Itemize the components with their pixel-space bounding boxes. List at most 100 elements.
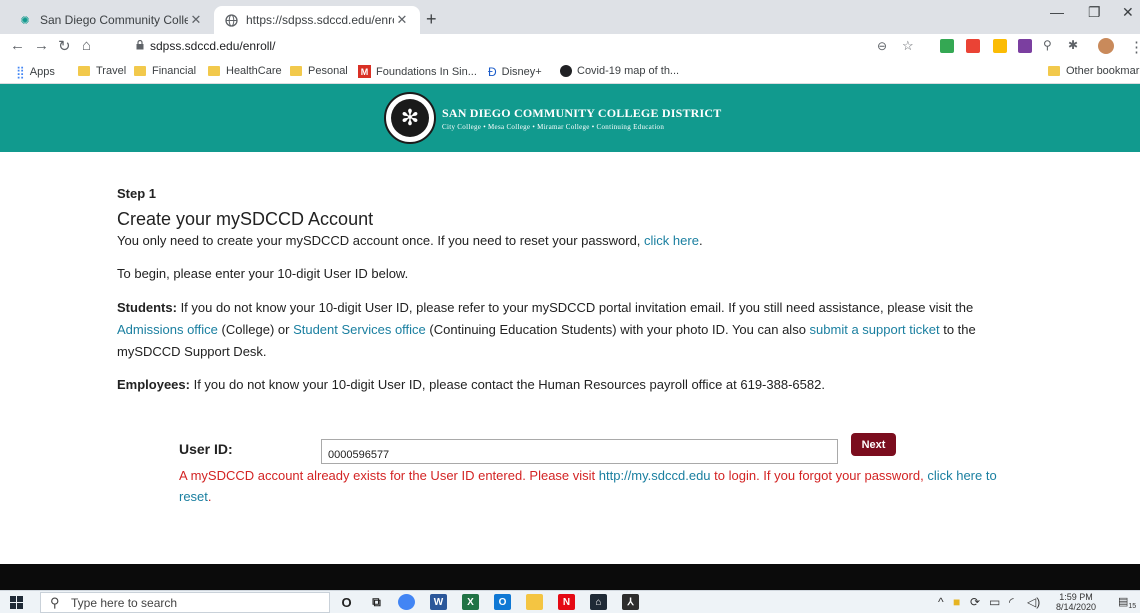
- error-message: A mySDCCD account already exists for the…: [179, 465, 999, 507]
- college-list: City College • Mesa College • Miramar Co…: [442, 123, 665, 131]
- extension-icon[interactable]: [940, 39, 954, 53]
- students-paragraph: Students: If you do not know your 10-dig…: [117, 297, 1042, 363]
- site-footer: [0, 564, 1140, 590]
- drive-icon[interactable]: [993, 39, 1007, 53]
- user-id-label: User ID:: [179, 441, 233, 457]
- bookmark-disney[interactable]: Ð Disney+: [488, 65, 542, 79]
- profile-avatar-icon[interactable]: [1098, 38, 1114, 54]
- word-icon[interactable]: W: [430, 594, 447, 610]
- reload-icon[interactable]: ↻: [58, 37, 71, 55]
- students-text: (Continuing Education Students) with you…: [425, 322, 810, 337]
- netflix-icon[interactable]: N: [558, 594, 575, 610]
- students-label: Students:: [117, 300, 177, 315]
- globe-icon: [224, 13, 238, 27]
- chrome-icon[interactable]: [398, 594, 415, 610]
- clock-time: 1:59 PM: [1059, 592, 1093, 602]
- support-ticket-link[interactable]: submit a support ticket: [810, 322, 940, 337]
- minimize-icon[interactable]: —: [1050, 4, 1064, 20]
- next-button[interactable]: Next: [851, 433, 896, 456]
- folder-icon: [1048, 66, 1060, 76]
- maximize-icon[interactable]: ❐: [1088, 4, 1101, 21]
- bookmark-pesonal[interactable]: Pesonal: [290, 65, 348, 77]
- zoom-icon[interactable]: ⊖: [877, 39, 887, 53]
- lock-icon[interactable]: [136, 40, 144, 50]
- windows-start-icon[interactable]: [10, 596, 23, 609]
- file-explorer-icon[interactable]: [526, 594, 543, 610]
- bookmark-label: Disney+: [501, 66, 542, 78]
- my-sdccd-link[interactable]: http://my.sdccd.edu: [599, 468, 711, 483]
- close-tab-icon[interactable]: ✕: [394, 12, 410, 28]
- onenote-icon[interactable]: [1018, 39, 1032, 53]
- notification-count: 15: [1128, 603, 1137, 611]
- bookmark-other[interactable]: Other bookmarks: [1048, 65, 1140, 77]
- bookmark-label: Financial: [152, 65, 197, 77]
- bookmark-star-icon[interactable]: ☆: [902, 38, 914, 54]
- student-services-link[interactable]: Student Services office: [293, 322, 426, 337]
- sdccd-seal-logo[interactable]: ✻: [384, 92, 436, 144]
- disney-icon: Ð: [488, 65, 497, 79]
- extensions-puzzle-icon[interactable]: ✱: [1068, 38, 1078, 52]
- pdf-reader-icon[interactable]: ⅄: [622, 594, 639, 610]
- menu-dots-icon[interactable]: ⋮: [1129, 38, 1140, 56]
- pin-icon[interactable]: ⚲: [1043, 38, 1052, 52]
- district-name[interactable]: SAN DIEGO COMMUNITY COLLEGE DISTRICT: [442, 106, 721, 121]
- notifications-icon[interactable]: ▤15: [1118, 595, 1136, 610]
- bookmark-label: Other bookmarks: [1066, 65, 1140, 77]
- back-icon[interactable]: ←: [10, 37, 25, 54]
- cortana-icon[interactable]: O: [338, 594, 355, 610]
- begin-paragraph: To begin, please enter your 10-digit Use…: [117, 266, 409, 281]
- admissions-office-link[interactable]: Admissions office: [117, 322, 218, 337]
- close-window-icon[interactable]: ✕: [1122, 4, 1134, 21]
- user-id-input[interactable]: [321, 439, 838, 464]
- tray-wifi-icon[interactable]: ◜: [1009, 595, 1014, 609]
- apps-grid-icon: ⣿: [16, 65, 25, 79]
- covid-map-icon: [560, 65, 572, 77]
- outlook-icon[interactable]: O: [494, 594, 511, 610]
- employees-paragraph: Employees: If you do not know your 10-di…: [117, 374, 1037, 396]
- tab-enroll[interactable]: https://sdpss.sdccd.edu/enroll/ ✕: [214, 6, 420, 34]
- intro-text: You only need to create your mySDCCD acc…: [117, 233, 645, 248]
- m-icon: M: [358, 65, 371, 78]
- intro-paragraph: You only need to create your mySDCCD acc…: [117, 230, 1037, 252]
- gmail-icon[interactable]: [966, 39, 980, 53]
- tab-sdccd[interactable]: ✺ San Diego Community College D ✕: [8, 6, 214, 34]
- page-title: Create your mySDCCD Account: [117, 209, 374, 229]
- bookmark-apps[interactable]: ⣿ Apps: [16, 65, 55, 79]
- folder-icon: [208, 66, 220, 76]
- close-tab-icon[interactable]: ✕: [188, 12, 204, 28]
- address-bar-row: ← → ↻ ⌂ sdpss.sdccd.edu/enroll/ ⊖ ☆ ⚲ ✱ …: [0, 34, 1140, 60]
- site-header: ✻ SAN DIEGO COMMUNITY COLLEGE DISTRICT C…: [0, 84, 1140, 152]
- employees-label: Employees:: [117, 377, 190, 392]
- tray-sync-icon[interactable]: ⟳: [970, 595, 980, 609]
- bookmark-label: Apps: [29, 66, 55, 78]
- bookmark-financial[interactable]: Financial: [134, 65, 196, 77]
- folder-icon: [134, 66, 146, 76]
- bookmark-travel[interactable]: Travel: [78, 65, 126, 77]
- excel-icon[interactable]: X: [462, 594, 479, 610]
- new-tab-button[interactable]: +: [426, 9, 437, 30]
- students-text: (College) or: [217, 322, 294, 337]
- clock-date: 8/14/2020: [1056, 602, 1097, 612]
- forward-icon[interactable]: →: [34, 37, 49, 54]
- taskbar-search-input[interactable]: ⚲ Type here to search: [40, 592, 330, 613]
- url-field[interactable]: sdpss.sdccd.edu/enroll/: [150, 39, 275, 53]
- tray-volume-icon[interactable]: ◁): [1027, 595, 1040, 609]
- bookmark-label: Covid-19 map of th...: [577, 65, 680, 77]
- system-clock[interactable]: 1:59 PM 8/14/2020: [1056, 592, 1096, 612]
- folder-icon: [290, 66, 302, 76]
- tray-folder-icon[interactable]: ■: [953, 595, 960, 609]
- employees-text: If you do not know your 10-digit User ID…: [189, 377, 825, 392]
- store-icon[interactable]: ⌂: [590, 594, 607, 610]
- bookmark-covid[interactable]: Covid-19 map of th...: [560, 65, 679, 77]
- bookmark-foundations[interactable]: M Foundations In Sin...: [358, 65, 477, 78]
- tray-battery-icon[interactable]: ▭: [989, 595, 1000, 609]
- task-view-icon[interactable]: ⧉: [368, 594, 385, 610]
- reset-password-link[interactable]: click here: [644, 233, 699, 248]
- home-icon[interactable]: ⌂: [82, 37, 91, 54]
- search-icon: ⚲: [50, 595, 60, 610]
- step-label: Step 1: [117, 186, 157, 201]
- show-hidden-icons[interactable]: ^: [938, 595, 944, 609]
- bookmark-healthcare[interactable]: HealthCare: [208, 65, 282, 77]
- students-text: If you do not know your 10-digit User ID…: [176, 300, 974, 315]
- tab-title: San Diego Community College D: [40, 13, 188, 27]
